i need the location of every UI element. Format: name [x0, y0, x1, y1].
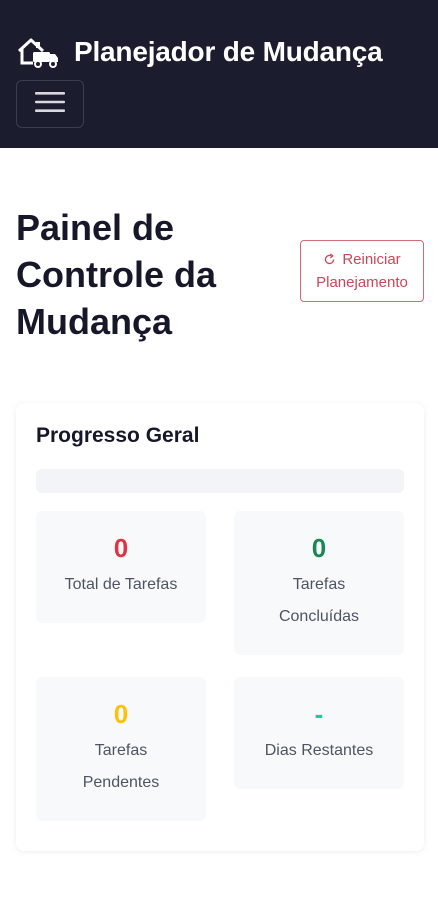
menu-toggle-button[interactable]: [16, 80, 84, 128]
stat-label: Dias Restantes: [264, 742, 374, 759]
overall-progress-bar: [36, 469, 404, 493]
stat-days-remaining: - Dias Restantes: [234, 677, 404, 789]
overall-progress-card: Progresso Geral 0 Total de Tarefas 0 Tar…: [16, 403, 424, 851]
stat-completed-tasks: 0 Tarefas Concluídas: [234, 511, 404, 655]
dashboard-header: Painel de Controle da Mudança Reiniciar …: [0, 148, 438, 368]
stat-pending-tasks: 0 Tarefas Pendentes: [36, 677, 206, 821]
card-title: Progresso Geral: [36, 424, 200, 447]
brand[interactable]: Planejador de Mudança: [16, 30, 422, 74]
stat-value: 0: [113, 533, 129, 563]
navbar: Planejador de Mudança: [0, 0, 438, 148]
brand-title: Planejador de Mudança: [74, 36, 383, 67]
stat-label: Tarefas Concluídas: [278, 576, 360, 625]
reset-label-line1: Reiniciar: [342, 251, 401, 268]
hamburger-menu-icon: [34, 90, 66, 119]
reset-planning-button[interactable]: Reiniciar Planejamento: [300, 240, 424, 302]
moving-truck-house-icon: [16, 34, 60, 70]
stat-value: -: [314, 699, 324, 729]
page-title: Painel de Controle da Mudança: [16, 207, 217, 342]
refresh-icon: [323, 253, 336, 266]
reset-label-line2: Planejamento: [316, 274, 408, 291]
stat-value: 0: [113, 699, 129, 729]
stat-total-tasks: 0 Total de Tarefas: [36, 511, 206, 623]
stat-value: 0: [311, 533, 327, 563]
stat-label: Total de Tarefas: [64, 576, 178, 593]
stat-label: Tarefas Pendentes: [82, 742, 160, 791]
